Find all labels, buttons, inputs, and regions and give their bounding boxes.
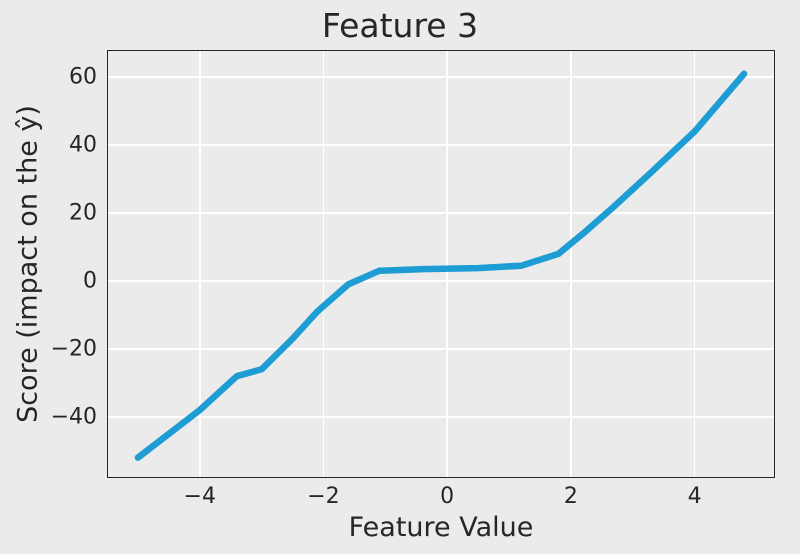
plot-frame [107, 50, 775, 478]
y-tick: 40 [69, 133, 97, 158]
x-tick: −2 [307, 484, 339, 509]
y-tick: 20 [69, 201, 97, 226]
x-tick: 0 [440, 484, 454, 509]
y-tick: 0 [83, 268, 97, 293]
x-tick: 2 [564, 484, 578, 509]
chart-container: Feature 3 −4−2024 −40−200204060 Feature … [0, 0, 800, 554]
y-tick: 60 [69, 65, 97, 90]
y-tick: −20 [51, 336, 97, 361]
x-axis-label: Feature Value [349, 512, 534, 543]
x-tick: −4 [184, 484, 216, 509]
y-tick: −40 [51, 404, 97, 429]
x-tick: 4 [688, 484, 702, 509]
y-axis-label: Score (impact on the ŷ) [13, 105, 44, 423]
chart-title: Feature 3 [0, 6, 800, 45]
